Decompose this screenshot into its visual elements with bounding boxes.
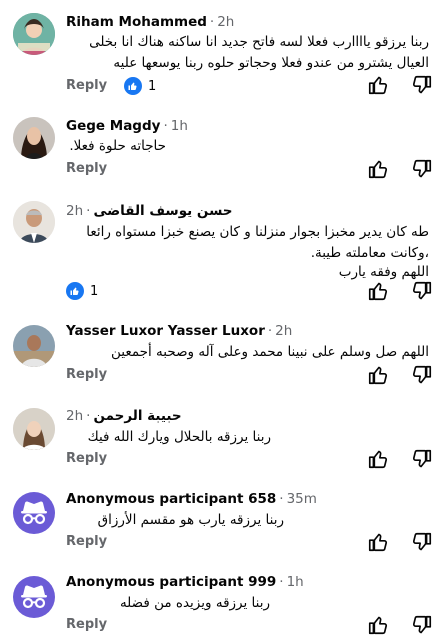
comment-header: 2h · حسن يوسف القاضى	[66, 203, 433, 223]
comment-header: 2h · حبيبة الرحمن	[66, 408, 433, 428]
comment-time[interactable]: 2h	[275, 323, 292, 339]
thumbs-up-icon[interactable]	[367, 280, 389, 302]
separator-dot: ·	[86, 203, 91, 219]
separator-dot: ·	[86, 408, 91, 424]
reaction-count[interactable]: 1	[66, 282, 98, 300]
comment-text: طه كان يدير مخبزا بجوار منزلنا و كان يصن…	[86, 224, 429, 261]
comment-text: حاجاته حلوة فعلا.	[69, 138, 166, 154]
thumbs-down-icon[interactable]	[411, 531, 433, 553]
comment-header: Anonymous participant 658 · 35m	[66, 491, 433, 511]
comment-header: Yasser Luxor Yasser Luxor · 2h	[66, 323, 433, 343]
comment-author[interactable]: Gege Magdy	[66, 118, 160, 134]
reaction-number: 1	[148, 78, 157, 94]
comment-text: ربنا يرزقه بالحلال ويارك الله فيك	[87, 429, 271, 445]
comment-text: ربنا يرزقه ويزيده من فضله	[119, 595, 270, 611]
comment-time[interactable]: 2h	[217, 14, 234, 30]
like-badge-icon	[66, 282, 84, 300]
thumbs-down-icon[interactable]	[411, 614, 433, 636]
thumbs-up-icon[interactable]	[367, 74, 389, 96]
avatar[interactable]	[13, 117, 55, 159]
thumbs-up-icon[interactable]	[367, 158, 389, 180]
comment-text: ربنا يرزقو ياااارب فعلا لسه فاتح جديد ان…	[89, 34, 429, 71]
comment-author[interactable]: Anonymous participant 999	[66, 574, 276, 590]
reply-button[interactable]: Reply	[66, 451, 107, 466]
reply-button[interactable]: Reply	[66, 367, 107, 382]
avatar[interactable]	[13, 13, 55, 55]
comment-author[interactable]: Riham Mohammed	[66, 14, 207, 30]
anonymous-icon	[13, 576, 55, 618]
anonymous-icon	[13, 492, 55, 534]
comment-time[interactable]: 1h	[287, 574, 304, 590]
separator-dot: ·	[279, 574, 284, 590]
reply-button[interactable]: Reply	[66, 534, 107, 549]
thumbs-down-icon[interactable]	[411, 448, 433, 470]
reply-button[interactable]: Reply	[66, 161, 107, 176]
comment-header: Anonymous participant 999 · 1h	[66, 574, 433, 594]
comment-time[interactable]: 2h	[66, 203, 83, 219]
comment-header: Gege Magdy · 1h	[66, 118, 433, 138]
separator-dot: ·	[163, 118, 168, 134]
comment-text: اللهم صل وسلم على نبينا محمد وعلى آله وص…	[110, 344, 429, 360]
thumbs-down-icon[interactable]	[411, 158, 433, 180]
comment-author[interactable]: حسن يوسف القاضى	[93, 203, 232, 219]
like-badge-icon	[124, 77, 142, 95]
avatar[interactable]	[13, 325, 55, 367]
thumbs-down-icon[interactable]	[411, 280, 433, 302]
thumbs-down-icon[interactable]	[411, 364, 433, 386]
comment-time[interactable]: 2h	[66, 408, 83, 424]
thumbs-up-icon[interactable]	[367, 531, 389, 553]
avatar[interactable]	[13, 201, 55, 243]
avatar[interactable]	[13, 408, 55, 450]
reply-button[interactable]: Reply	[66, 617, 107, 632]
separator-dot: ·	[279, 491, 284, 507]
reply-button[interactable]: Reply	[66, 78, 107, 93]
comment-author[interactable]: حبيبة الرحمن	[93, 408, 181, 424]
comment-time[interactable]: 35m	[287, 491, 317, 507]
separator-dot: ·	[267, 323, 273, 339]
comment-text: ربنا يرزقه يارب هو مقسم الأرزاق	[97, 512, 284, 528]
separator-dot: ·	[209, 14, 215, 30]
comment-author[interactable]: Yasser Luxor Yasser Luxor	[66, 323, 265, 339]
avatar[interactable]	[13, 492, 55, 534]
comment-time[interactable]: 1h	[171, 118, 188, 134]
thumbs-down-icon[interactable]	[411, 74, 433, 96]
comment-header: Riham Mohammed · 2h	[66, 14, 433, 34]
reaction-number: 1	[90, 283, 99, 299]
thumbs-up-icon[interactable]	[367, 614, 389, 636]
thumbs-up-icon[interactable]	[367, 448, 389, 470]
reaction-count[interactable]: 1	[124, 77, 156, 95]
avatar[interactable]	[13, 576, 55, 618]
comment-author[interactable]: Anonymous participant 658	[66, 491, 276, 507]
thumbs-up-icon[interactable]	[367, 364, 389, 386]
